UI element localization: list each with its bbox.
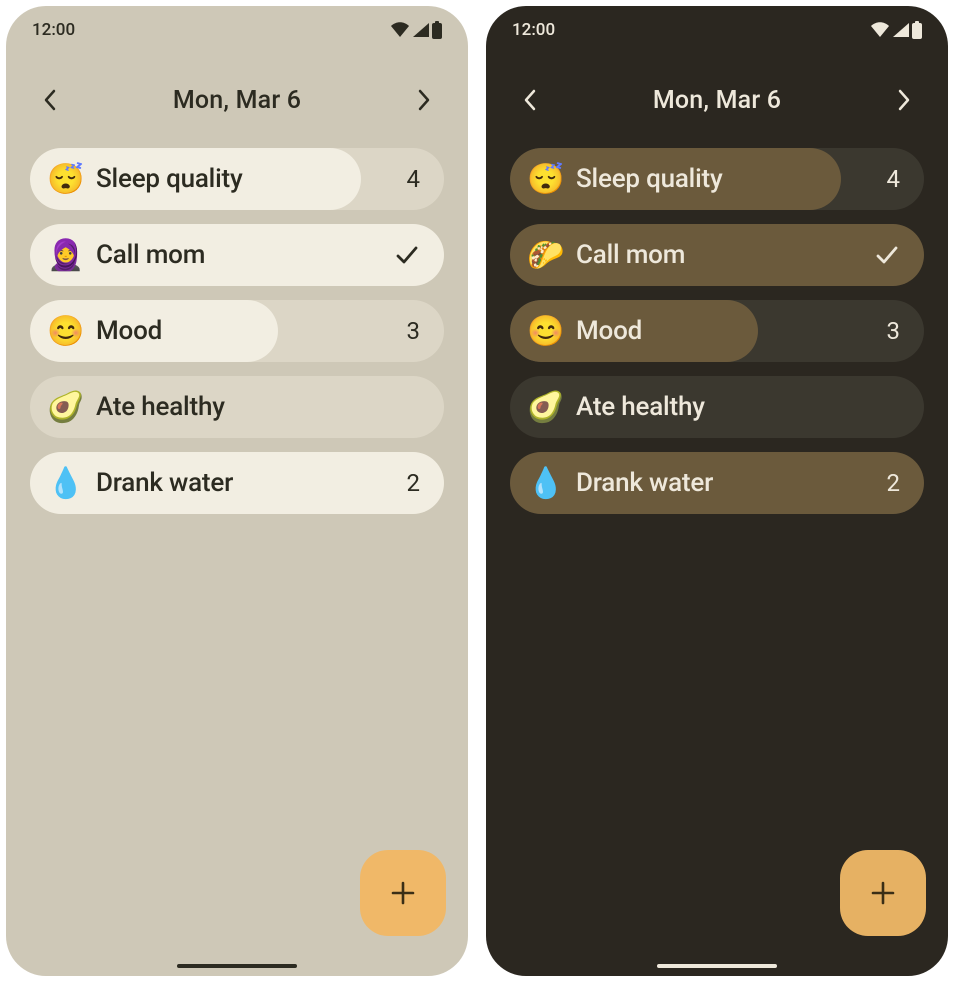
- habit-value: 3: [390, 317, 420, 345]
- habit-label: Sleep quality: [576, 164, 870, 194]
- habit-item-sleep-quality[interactable]: 😴 Sleep quality 4: [30, 148, 444, 210]
- date-title: Mon, Mar 6: [653, 86, 781, 115]
- gesture-bar: [177, 964, 297, 968]
- prev-day-button[interactable]: [36, 86, 64, 114]
- habit-item-drank-water[interactable]: 💧 Drank water 2: [510, 452, 924, 514]
- status-bar: 12:00: [6, 6, 468, 54]
- habit-item-ate-healthy[interactable]: 🥑 Ate healthy: [510, 376, 924, 438]
- habit-emoji: 💧: [524, 466, 568, 501]
- habit-item-ate-healthy[interactable]: 🥑 Ate healthy: [30, 376, 444, 438]
- habit-item-call-mom[interactable]: 🌮 Call mom: [510, 224, 924, 286]
- date-navigator: Mon, Mar 6: [6, 72, 468, 128]
- habit-value: 2: [390, 469, 420, 497]
- add-habit-fab[interactable]: [360, 850, 446, 936]
- plus-icon: [868, 878, 898, 908]
- status-icons: [390, 21, 442, 39]
- next-day-button[interactable]: [890, 86, 918, 114]
- battery-icon: [432, 21, 442, 39]
- habit-list: 😴 Sleep quality 4 🌮 Call mom 😊 Mood 3: [486, 128, 948, 514]
- habit-label: Call mom: [96, 240, 394, 270]
- phone-dark: 12:00 Mon, Mar 6 😴 Sleep quality 4 🌮: [486, 6, 948, 976]
- habit-item-drank-water[interactable]: 💧 Drank water 2: [30, 452, 444, 514]
- signal-icon: [892, 22, 910, 38]
- habit-emoji: 😴: [44, 162, 88, 197]
- chevron-right-icon: [897, 89, 911, 111]
- status-icons: [870, 21, 922, 39]
- habit-label: Mood: [96, 316, 390, 346]
- wifi-icon: [870, 22, 890, 38]
- habit-label: Ate healthy: [96, 392, 420, 422]
- date-title: Mon, Mar 6: [173, 86, 301, 115]
- habit-label: Drank water: [96, 468, 390, 498]
- signal-icon: [412, 22, 430, 38]
- battery-icon: [912, 21, 922, 39]
- habit-item-mood[interactable]: 😊 Mood 3: [30, 300, 444, 362]
- status-time: 12:00: [32, 20, 75, 40]
- habit-label: Sleep quality: [96, 164, 390, 194]
- add-habit-fab[interactable]: [840, 850, 926, 936]
- habit-label: Mood: [576, 316, 870, 346]
- habit-value: 4: [870, 165, 900, 193]
- habit-label: Ate healthy: [576, 392, 900, 422]
- habit-emoji: 😊: [524, 314, 568, 349]
- habit-label: Drank water: [576, 468, 870, 498]
- status-bar: 12:00: [486, 6, 948, 54]
- next-day-button[interactable]: [410, 86, 438, 114]
- plus-icon: [388, 878, 418, 908]
- habit-item-mood[interactable]: 😊 Mood 3: [510, 300, 924, 362]
- habit-value: 3: [870, 317, 900, 345]
- check-icon: [874, 242, 900, 268]
- status-time: 12:00: [512, 20, 555, 40]
- habit-value: 2: [870, 469, 900, 497]
- chevron-left-icon: [523, 89, 537, 111]
- habit-item-sleep-quality[interactable]: 😴 Sleep quality 4: [510, 148, 924, 210]
- habit-emoji: 💧: [44, 466, 88, 501]
- habit-list: 😴 Sleep quality 4 🧕 Call mom 😊 Mood 3: [6, 128, 468, 514]
- gesture-bar: [657, 964, 777, 968]
- prev-day-button[interactable]: [516, 86, 544, 114]
- habit-value: 4: [390, 165, 420, 193]
- habit-emoji: 🧕: [44, 238, 88, 273]
- chevron-right-icon: [417, 89, 431, 111]
- habit-emoji: 😴: [524, 162, 568, 197]
- check-icon: [394, 242, 420, 268]
- wifi-icon: [390, 22, 410, 38]
- habit-emoji: 😊: [44, 314, 88, 349]
- phone-light: 12:00 Mon, Mar 6 😴 Sleep quality 4 🧕: [6, 6, 468, 976]
- habit-emoji: 🥑: [44, 390, 88, 425]
- chevron-left-icon: [43, 89, 57, 111]
- habit-emoji: 🥑: [524, 390, 568, 425]
- date-navigator: Mon, Mar 6: [486, 72, 948, 128]
- habit-emoji: 🌮: [524, 238, 568, 273]
- habit-item-call-mom[interactable]: 🧕 Call mom: [30, 224, 444, 286]
- habit-label: Call mom: [576, 240, 874, 270]
